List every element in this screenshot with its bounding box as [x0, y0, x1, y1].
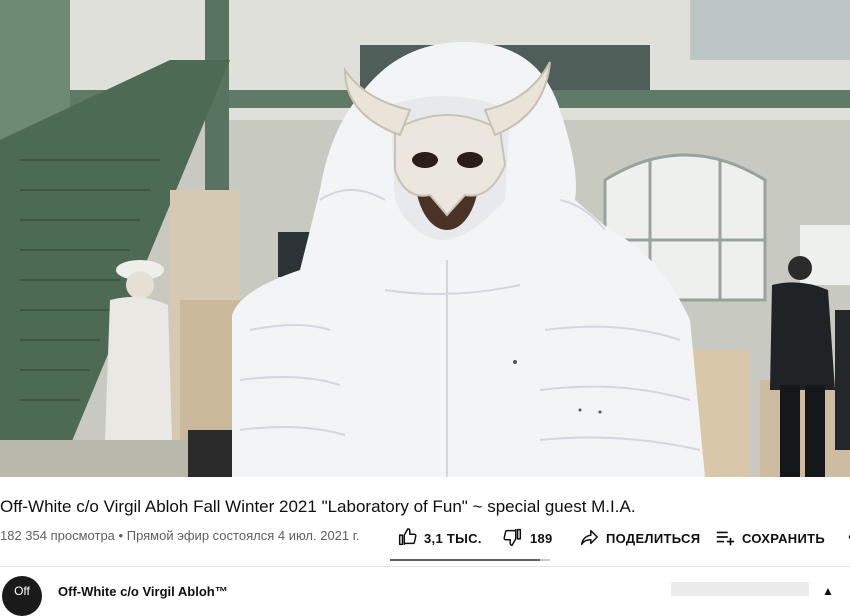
channel-name[interactable]: Off-White c/o Virgil Abloh™ [58, 584, 228, 599]
sentiment-bar [390, 559, 550, 561]
dislike-count: 189 [530, 530, 553, 546]
meta-separator: • [118, 528, 124, 543]
video-meta: 182 354 просмотра • Прямой эфир состоялс… [0, 528, 360, 543]
thumbs-down-icon [502, 526, 524, 551]
view-count: 182 354 просмотра [0, 528, 115, 543]
share-label: ПОДЕЛИТЬСЯ [606, 530, 701, 546]
action-bar: 3,1 ТЫС. 189 ПОДЕЛИТЬСЯ СОХРАНИТЬ ··· [390, 520, 850, 556]
live-date: Прямой эфир состоялся 4 июл. 2021 г. [126, 528, 360, 543]
divider [0, 566, 850, 567]
dislike-button[interactable]: 189 [496, 526, 568, 551]
like-button[interactable]: 3,1 ТЫС. [390, 526, 494, 551]
channel-avatar[interactable]: Off [2, 576, 42, 616]
like-count: 3,1 ТЫС. [424, 530, 482, 546]
chevron-up-icon[interactable]: ▲ [822, 584, 834, 598]
more-actions-button[interactable]: ··· [838, 527, 850, 550]
sentiment-bar-fill [390, 559, 541, 561]
save-label: СОХРАНИТЬ [742, 530, 825, 546]
share-arrow-icon [578, 526, 600, 551]
share-button[interactable]: ПОДЕЛИТЬСЯ [572, 526, 708, 551]
thumbs-up-icon [396, 526, 418, 551]
video-frame-image [0, 0, 850, 477]
playlist-add-icon [714, 526, 736, 551]
video-player[interactable] [0, 0, 850, 477]
video-title: Off-White c/o Virgil Abloh Fall Winter 2… [0, 497, 636, 516]
save-button[interactable]: СОХРАНИТЬ [708, 526, 832, 551]
